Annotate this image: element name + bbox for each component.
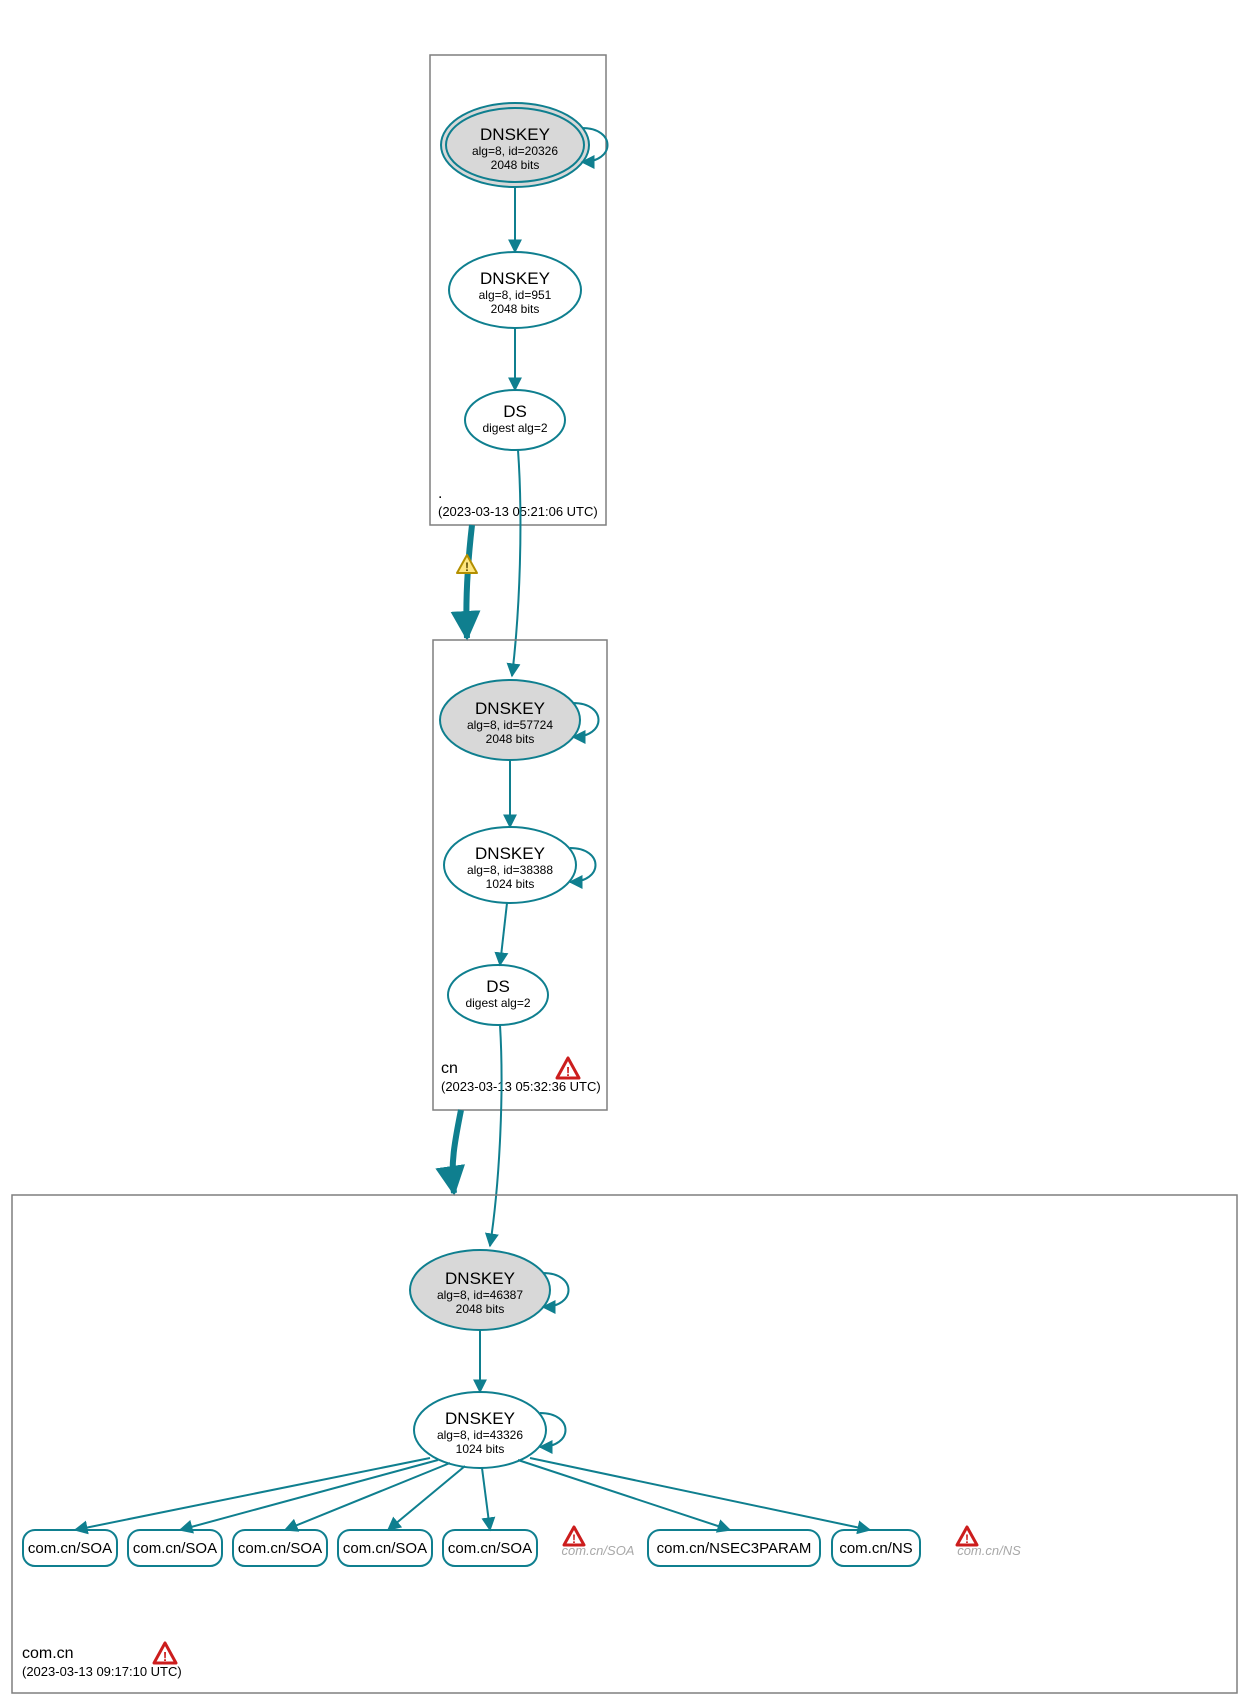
root-ksk-title: DNSKEY <box>480 125 550 144</box>
svg-text:com.cn/SOA: com.cn/SOA <box>448 1540 532 1557</box>
svg-text:!: ! <box>965 1532 969 1546</box>
cn-ds-title: DS <box>486 977 510 996</box>
svg-text:!: ! <box>572 1532 576 1546</box>
comcn-zone-name: com.cn <box>22 1645 74 1662</box>
warning-icon-red-ns: ! <box>957 1527 977 1546</box>
comcn-ksk-node: DNSKEY alg=8, id=46387 2048 bits <box>410 1250 550 1330</box>
root-ksk-node: DNSKEY alg=8, id=20326 2048 bits <box>441 103 589 187</box>
svg-text:!: ! <box>566 1064 570 1079</box>
edge-cn-ds-to-comcn-ksk <box>490 1025 502 1246</box>
edge-zsk-l6 <box>518 1460 730 1530</box>
svg-text:com.cn/SOA: com.cn/SOA <box>238 1540 322 1557</box>
warning-icon-red-cn: ! <box>557 1058 579 1079</box>
comcn-ksk-l3: 2048 bits <box>456 1302 505 1316</box>
svg-text:!: ! <box>163 1649 167 1664</box>
root-ds-l2: digest alg=2 <box>482 421 547 435</box>
root-zsk-l2: alg=8, id=951 <box>479 288 552 302</box>
comcn-zsk-node: DNSKEY alg=8, id=43326 1024 bits <box>414 1392 546 1468</box>
cn-zone-name: cn <box>441 1060 458 1077</box>
leaf-soa-4: com.cn/SOA <box>338 1530 432 1566</box>
edge-root-to-cn-thick <box>466 525 472 638</box>
warning-icon-red-comcn: ! <box>154 1643 176 1664</box>
svg-text:com.cn/SOA: com.cn/SOA <box>28 1540 112 1557</box>
edge-root-ds-to-cn-ksk <box>512 450 520 676</box>
comcn-zsk-l2: alg=8, id=43326 <box>437 1428 523 1442</box>
cn-zsk-node: DNSKEY alg=8, id=38388 1024 bits <box>444 827 576 903</box>
cn-zsk-l3: 1024 bits <box>486 877 535 891</box>
edge-zsk-l5 <box>482 1468 490 1530</box>
comcn-zone-ts: (2023-03-13 09:17:10 UTC) <box>22 1664 182 1679</box>
cn-ksk-l2: alg=8, id=57724 <box>467 718 553 732</box>
svg-text:com.cn/NSEC3PARAM: com.cn/NSEC3PARAM <box>657 1540 812 1557</box>
comcn-ksk-title: DNSKEY <box>445 1269 515 1288</box>
svg-text:com.cn/SOA: com.cn/SOA <box>133 1540 217 1557</box>
svg-text:!: ! <box>465 560 469 574</box>
warning-icon-yellow: ! <box>457 555 477 574</box>
root-zone-ts: (2023-03-13 05:21:06 UTC) <box>438 504 598 519</box>
leaf-nsec3param: com.cn/NSEC3PARAM <box>648 1530 820 1566</box>
leaf-soa-5: com.cn/SOA <box>443 1530 537 1566</box>
zone-comcn: DNSKEY alg=8, id=46387 2048 bits DNSKEY … <box>12 1195 1237 1693</box>
root-ksk-l3: 2048 bits <box>491 158 540 172</box>
comcn-zsk-title: DNSKEY <box>445 1409 515 1428</box>
cn-ksk-node: DNSKEY alg=8, id=57724 2048 bits <box>440 680 580 760</box>
edge-zsk-l1 <box>75 1458 430 1530</box>
zone-cn: DNSKEY alg=8, id=57724 2048 bits DNSKEY … <box>433 640 607 1110</box>
comcn-zsk-l3: 1024 bits <box>456 1442 505 1456</box>
edge-zsk-l4 <box>388 1466 465 1530</box>
leaf-soa-3: com.cn/SOA <box>233 1530 327 1566</box>
leaf-soa-2: com.cn/SOA <box>128 1530 222 1566</box>
root-zsk-title: DNSKEY <box>480 269 550 288</box>
cn-ds-l2: digest alg=2 <box>465 996 530 1010</box>
edge-cn-to-comcn-thick <box>453 1110 461 1193</box>
cn-ksk-l3: 2048 bits <box>486 732 535 746</box>
root-ksk-l2: alg=8, id=20326 <box>472 144 558 158</box>
root-zone-name: . <box>438 485 442 502</box>
cn-zone-ts: (2023-03-13 05:32:36 UTC) <box>441 1079 601 1094</box>
root-zsk-node: DNSKEY alg=8, id=951 2048 bits <box>449 252 581 328</box>
cn-ksk-title: DNSKEY <box>475 699 545 718</box>
root-zsk-l3: 2048 bits <box>491 302 540 316</box>
comcn-ksk-l2: alg=8, id=46387 <box>437 1288 523 1302</box>
edge-cn-zsk-ds <box>500 903 507 965</box>
cn-ds-node: DS digest alg=2 <box>448 965 548 1025</box>
warning-icon-red-soa: ! <box>564 1527 584 1546</box>
svg-text:com.cn/SOA: com.cn/SOA <box>343 1540 427 1557</box>
svg-text:com.cn/NS: com.cn/NS <box>839 1540 912 1557</box>
root-ds-node: DS digest alg=2 <box>465 390 565 450</box>
root-ds-title: DS <box>503 402 527 421</box>
edge-zsk-l3 <box>285 1463 450 1530</box>
cn-zsk-l2: alg=8, id=38388 <box>467 863 553 877</box>
cn-zsk-title: DNSKEY <box>475 844 545 863</box>
leaf-soa-1: com.cn/SOA <box>23 1530 117 1566</box>
leaf-ns: com.cn/NS <box>832 1530 920 1566</box>
